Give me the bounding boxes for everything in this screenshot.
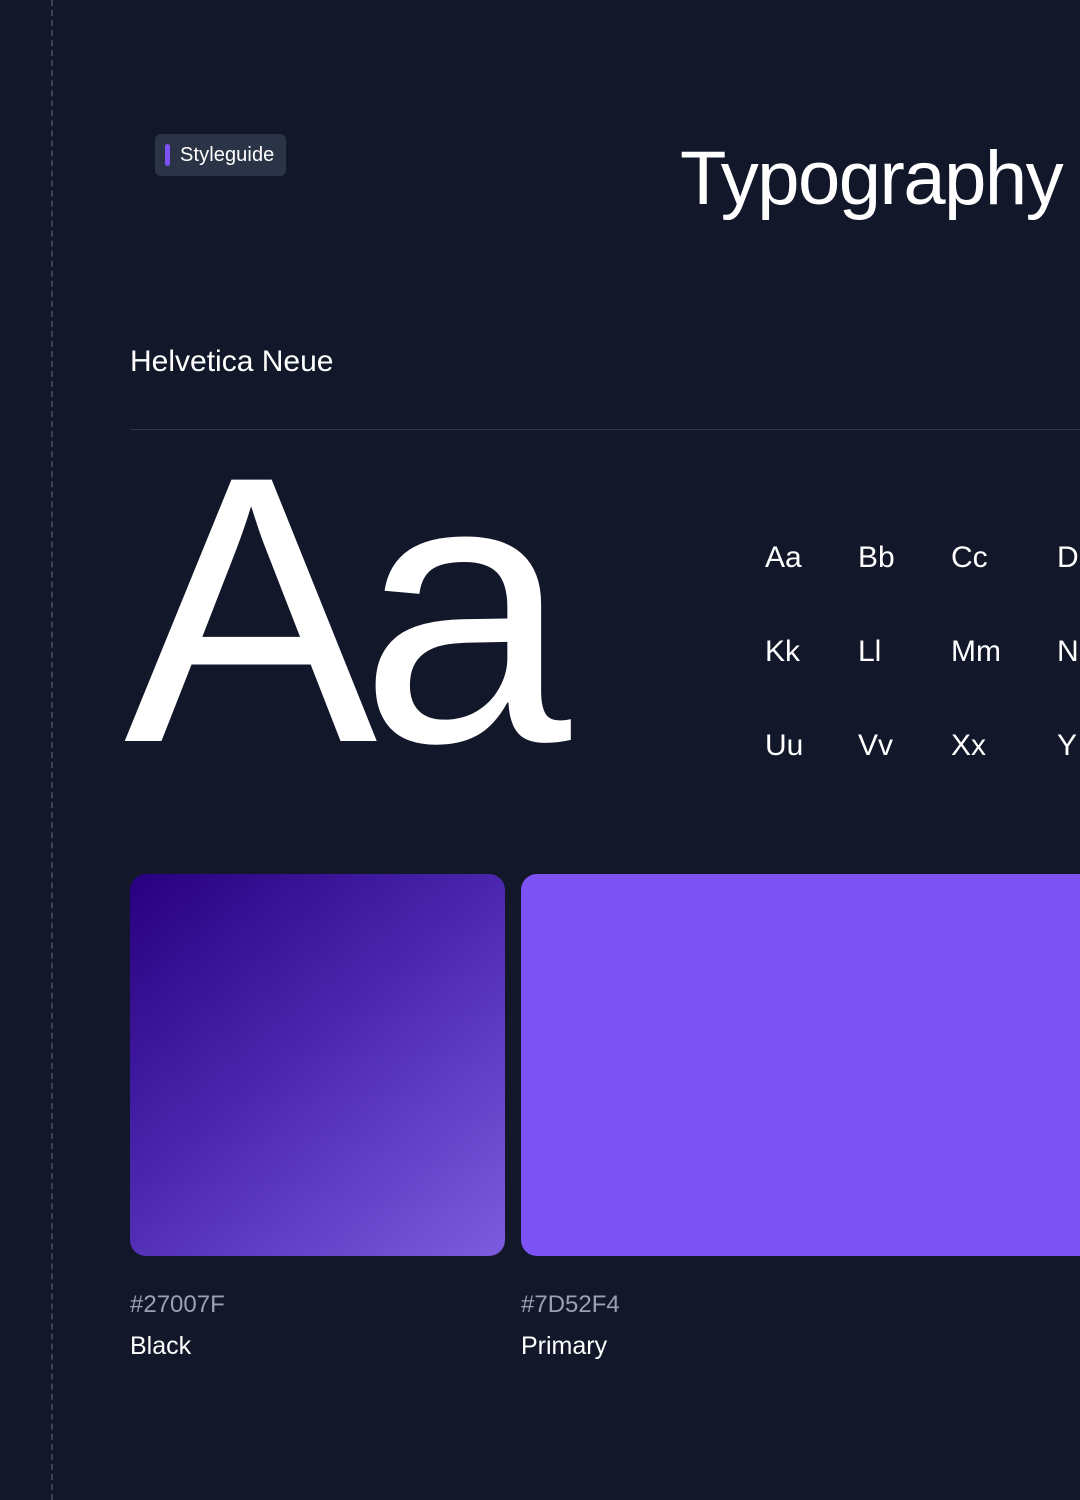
- glyph-cell: Bb: [858, 541, 895, 574]
- styleguide-page: Styleguide Typography a Helvetica Neue A…: [0, 0, 1080, 1500]
- swatch-hex-black: #27007F: [130, 1291, 225, 1318]
- glyph-cell: Vv: [858, 729, 894, 762]
- glyph-cell: Uu: [765, 729, 804, 762]
- dashed-guide-line: [51, 0, 53, 1500]
- glyph-cell: Aa: [765, 541, 802, 574]
- glyph-cell: N: [1057, 635, 1079, 668]
- font-name: Helvetica Neue: [130, 345, 334, 378]
- color-swatch-black: [130, 874, 505, 1256]
- glyph-cell: D: [1057, 541, 1079, 574]
- styleguide-badge: Styleguide: [155, 134, 287, 176]
- glyph-cell: Mm: [951, 635, 1001, 668]
- page-title: Typography a: [680, 136, 1080, 221]
- glyph-cell: Xx: [951, 729, 987, 762]
- glyph-cell: Cc: [951, 541, 988, 574]
- swatch-name-black: Black: [130, 1332, 192, 1360]
- glyph-cell: Ll: [858, 635, 882, 668]
- color-swatch-primary: [521, 874, 1080, 1256]
- badge-label: Styleguide: [180, 143, 275, 166]
- glyph-cell: Y: [1057, 729, 1078, 762]
- font-sample-glyph: Aa: [124, 397, 571, 822]
- swatch-name-primary: Primary: [521, 1332, 608, 1360]
- badge-accent-bar: [165, 144, 170, 166]
- swatch-hex-primary: #7D52F4: [521, 1291, 620, 1318]
- glyph-cell: Kk: [765, 635, 801, 668]
